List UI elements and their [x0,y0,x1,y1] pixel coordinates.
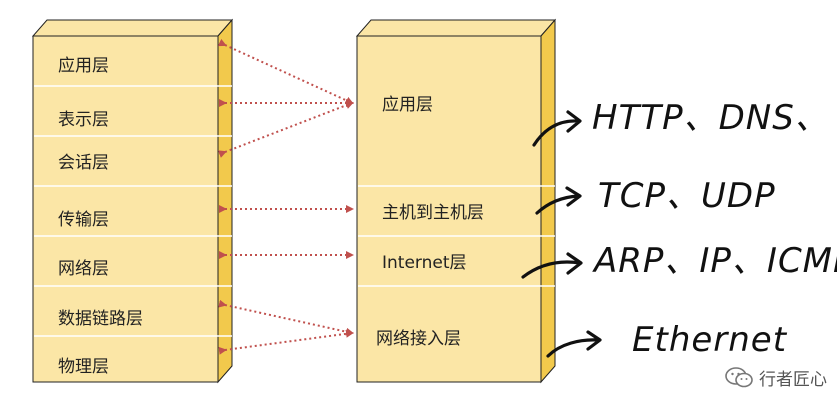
osi-layer-application: 应用层 [58,56,109,76]
tcpip-layer-network-access: 网络接入层 [376,329,461,349]
protocol-note-access: Ethernet [632,320,788,360]
osi-layer-presentation: 表示层 [58,110,109,130]
osi-stack-top [31,19,234,37]
arrow-datalink-to-access [218,299,354,336]
hand-arrow-4 [546,330,602,358]
osi-layer-transport: 传输层 [58,210,109,230]
arrow-session-to-application [217,101,354,158]
protocol-note-transport: TCP、UDP [598,176,776,216]
tcpip-stack [355,18,557,384]
osi-layer-session: 会话层 [58,153,109,173]
osi-stack-side [217,18,233,384]
osi-stack-front [32,35,219,383]
osi-layer-network: 网络层 [58,259,109,279]
watermark-text: 行者匠心 [759,370,827,390]
protocol-note-internet: ARP、IP、ICMP [594,241,837,281]
tcpip-layer-host-to-host: 主机到主机层 [382,203,484,223]
arrow-application-to-application [217,38,354,105]
arrow-physical-to-access [218,329,354,355]
tcpip-layer-application: 应用层 [382,95,433,115]
tcpip-stack-top [355,19,557,37]
protocol-note-application: HTTP、DNS、 [592,98,830,138]
mapping-arrows [217,38,354,355]
wechat-icon [725,366,753,387]
tcpip-layer-internet: Internet层 [382,253,467,273]
osi-layer-physical: 物理层 [58,357,109,377]
watermark: 行者匠心 [725,365,827,390]
osi-layer-datalink: 数据链路层 [58,309,143,329]
